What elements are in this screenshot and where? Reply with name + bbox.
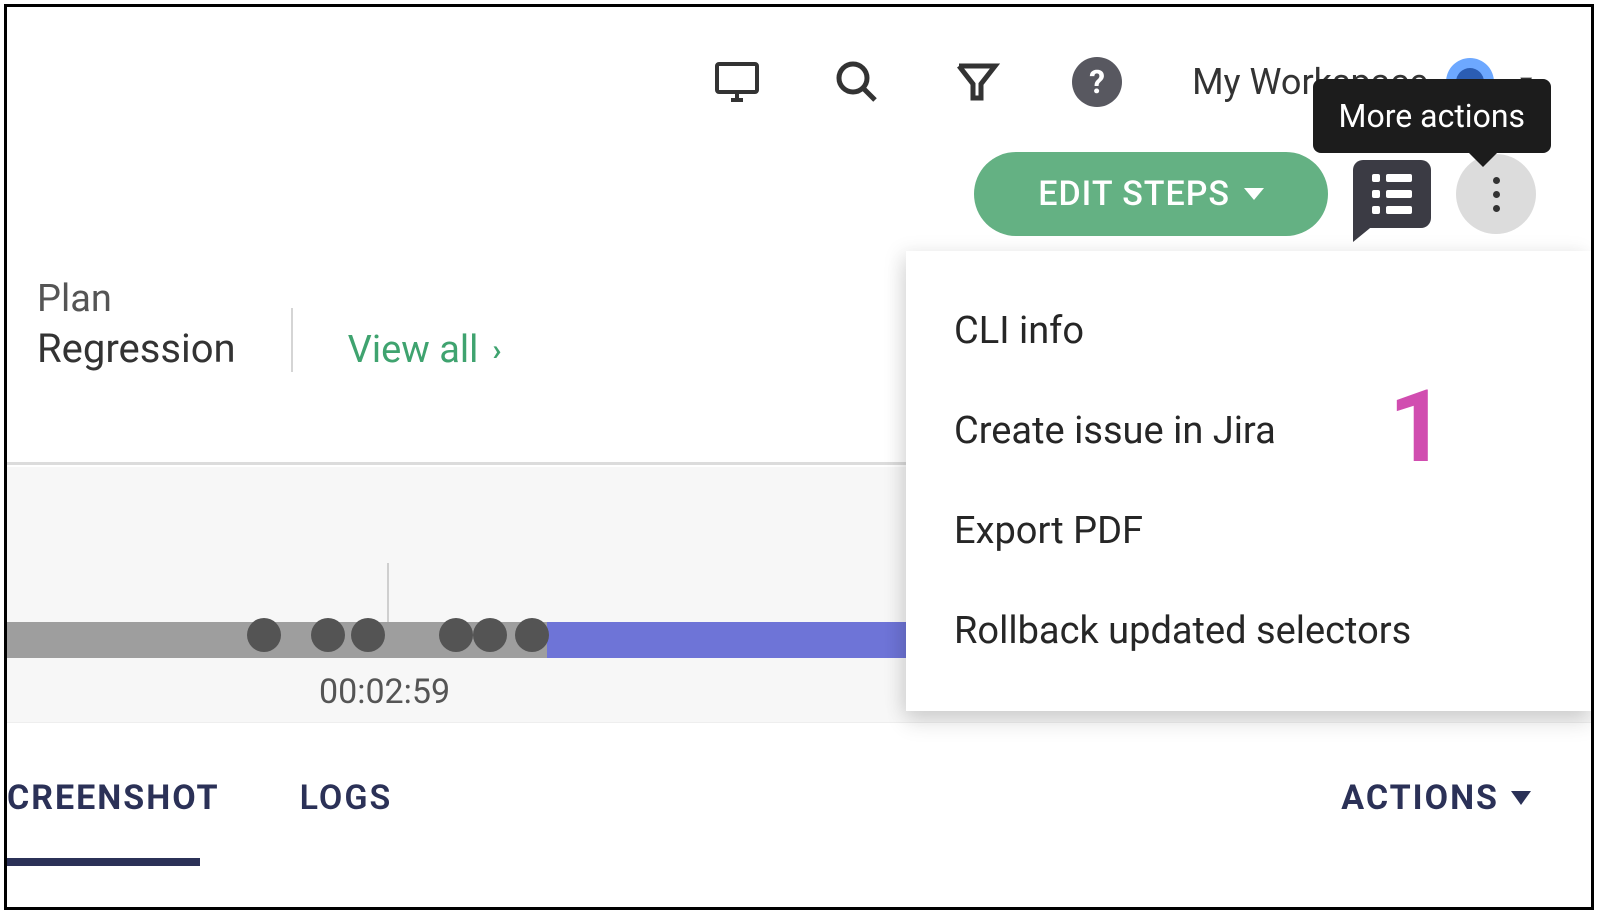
edit-steps-label: EDIT STEPS: [1038, 174, 1230, 214]
filter-icon[interactable]: [952, 57, 1002, 107]
timeline-marker[interactable]: [473, 618, 507, 652]
search-icon[interactable]: [832, 57, 882, 107]
chevron-right-icon: ›: [492, 333, 501, 368]
menu-item-create-jira[interactable]: Create issue in Jira: [906, 381, 1591, 481]
list-icon: [1372, 174, 1412, 214]
view-all-label: View all: [348, 328, 479, 372]
plan-column: Plan Regression: [37, 277, 236, 372]
tabs-row: CREENSHOT LOGS ACTIONS: [7, 722, 1591, 872]
menu-item-export-pdf[interactable]: Export PDF: [906, 481, 1591, 581]
plan-label: Plan: [37, 277, 236, 321]
actions-dropdown[interactable]: ACTIONS: [1341, 778, 1531, 818]
tab-screenshot[interactable]: CREENSHOT: [7, 778, 260, 818]
plan-value: Regression: [37, 325, 236, 372]
timeline-time-label: 00:02:59: [319, 672, 450, 712]
actions-label: ACTIONS: [1341, 778, 1499, 818]
tab-logs[interactable]: LOGS: [260, 778, 433, 818]
timeline-marker[interactable]: [439, 618, 473, 652]
vertical-separator: [291, 308, 293, 372]
toolbar-row-2: EDIT STEPS: [974, 152, 1536, 236]
display-icon[interactable]: [712, 57, 762, 107]
timeline-marker[interactable]: [515, 618, 549, 652]
timeline-marker[interactable]: [247, 618, 281, 652]
help-icon[interactable]: ?: [1072, 57, 1122, 107]
timeline-marker[interactable]: [351, 618, 385, 652]
comments-button[interactable]: [1353, 160, 1431, 228]
menu-item-rollback-selectors[interactable]: Rollback updated selectors: [906, 581, 1591, 681]
more-actions-tooltip: More actions: [1313, 79, 1551, 153]
more-actions-menu: CLI info Create issue in Jira Export PDF…: [906, 251, 1591, 711]
annotation-1: 1: [1389, 369, 1446, 486]
plan-info: Plan Regression View all ›: [37, 277, 501, 372]
menu-item-cli-info[interactable]: CLI info: [906, 281, 1591, 381]
view-all-link[interactable]: View all ›: [348, 328, 502, 372]
chevron-down-icon: [1511, 791, 1531, 805]
edit-steps-button[interactable]: EDIT STEPS: [974, 152, 1328, 236]
timeline-marker[interactable]: [311, 618, 345, 652]
app-window: ? My Workspace ▼ More actions EDIT STEPS: [4, 4, 1594, 910]
chevron-down-icon: [1244, 188, 1264, 200]
